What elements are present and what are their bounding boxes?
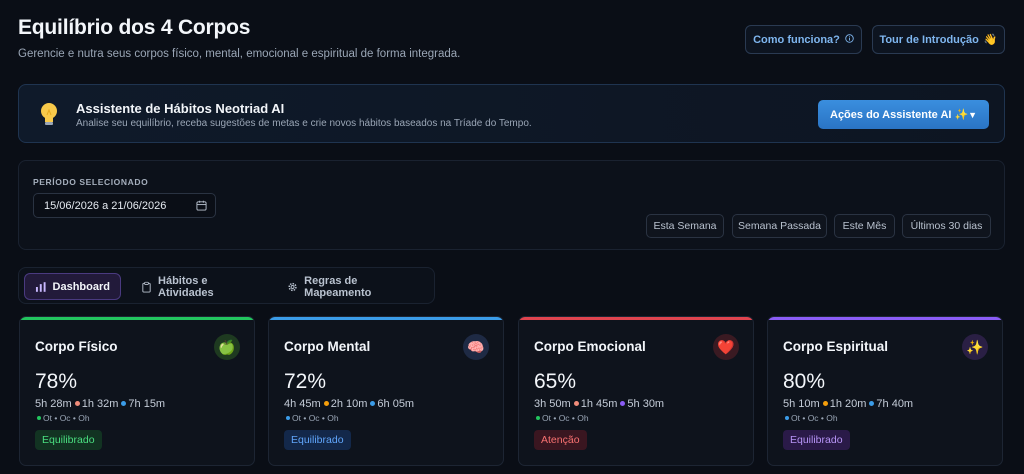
legend-ot: Ot <box>542 413 551 423</box>
ai-actions-dropdown[interactable]: Ações do Assistente AI ✨ ▼ <box>818 100 989 129</box>
card-accent-bar <box>768 317 1002 320</box>
assistant-title: Assistente de Hábitos Neotriad AI <box>76 101 285 116</box>
time-oh: 7h 40m <box>876 398 914 410</box>
legend-ot: Ot <box>43 413 52 423</box>
legend-oh: Oh <box>327 413 339 423</box>
legend-oc: Oc <box>59 413 71 423</box>
page-subtitle: Gerencie e nutra seus corpos físico, men… <box>18 48 461 60</box>
brain-icon: 🧠 <box>463 334 489 360</box>
sparkles-icon: ✨ <box>962 334 988 360</box>
calendar-icon <box>196 200 207 211</box>
time-ot: 5h 28m <box>35 398 72 410</box>
card-title: Corpo Mental <box>284 339 371 354</box>
tab-habits[interactable]: Hábitos e Atividades <box>131 273 267 300</box>
apple-icon: 🍏 <box>214 334 240 360</box>
tour-button[interactable]: Tour de Introdução 👋 <box>872 25 1005 54</box>
card-legend: Ot • Oc • Oh <box>284 413 339 423</box>
body-card-spiritual[interactable]: Corpo Espiritual ✨ 80% 5h 10m 1h 20m 7h 40… <box>767 316 1003 466</box>
caret-down-icon: ▼ <box>968 109 977 120</box>
card-times: 4h 45m 2h 10m 6h 05m <box>284 398 414 410</box>
legend-ot: Ot <box>791 413 800 423</box>
time-oc: 1h 32m <box>81 398 119 410</box>
time-ot: 5h 10m <box>783 398 820 410</box>
range-last-week-button[interactable]: Semana Passada <box>732 214 827 238</box>
card-percent: 72% <box>284 370 327 393</box>
card-title: Corpo Espiritual <box>783 339 889 354</box>
tour-label: Tour de Introdução <box>879 33 979 46</box>
heart-icon: ❤️ <box>713 334 739 360</box>
card-times: 5h 28m 1h 32m 7h 15m <box>35 398 165 410</box>
status-badge: Equilibrado <box>35 430 102 450</box>
tab-habits-label: Hábitos e Atividades <box>158 274 214 299</box>
waving-hand-icon: 👋 <box>983 34 998 46</box>
ai-assistant-panel: Assistente de Hábitos Neotriad AI Analis… <box>18 84 1005 143</box>
time-oh: 6h 05m <box>377 398 415 410</box>
period-label: PERÍODO SELECIONADO <box>33 177 149 187</box>
assistant-description: Analise seu equilíbrio, receba sugestões… <box>76 118 532 129</box>
info-icon <box>845 33 854 46</box>
how-it-works-button[interactable]: Como funciona? <box>745 25 862 54</box>
ai-actions-label: Ações do Assistente AI ✨ <box>830 109 969 121</box>
status-badge: Equilibrado <box>783 430 850 450</box>
card-accent-bar <box>269 317 503 320</box>
card-title: Corpo Físico <box>35 339 118 354</box>
range-last-30-days-button[interactable]: Últimos 30 dias <box>902 214 991 238</box>
lightbulb-icon <box>41 103 57 125</box>
card-percent: 78% <box>35 370 78 393</box>
body-card-emotional[interactable]: Corpo Emocional ❤️ 65% 3h 50m 1h 45m 5h 30… <box>518 316 754 466</box>
card-legend: Ot • Oc • Oh <box>35 413 90 423</box>
gear-icon <box>288 282 297 291</box>
body-card-mental[interactable]: Corpo Mental 🧠 72% 4h 45m 2h 10m 6h 05m Ot… <box>268 316 504 466</box>
legend-oh: Oh <box>577 413 589 423</box>
status-badge: Equilibrado <box>284 430 351 450</box>
bar-chart-icon <box>35 281 46 292</box>
card-title: Corpo Emocional <box>534 339 646 354</box>
status-badge: Atenção <box>534 430 587 450</box>
tab-mapping-rules-label: Regras de Mapeamento <box>304 274 372 299</box>
card-times: 5h 10m 1h 20m 7h 40m <box>783 398 913 410</box>
period-selector-panel: PERÍODO SELECIONADO 15/06/2026 a 21/06/2… <box>18 160 1005 250</box>
card-legend: Ot • Oc • Oh <box>534 413 589 423</box>
how-it-works-label: Como funciona? <box>753 33 840 46</box>
range-this-month-button[interactable]: Este Mês <box>834 214 895 238</box>
time-oh: 7h 15m <box>128 398 166 410</box>
tab-dashboard-label: Dashboard <box>52 280 110 293</box>
view-tabs: Dashboard Hábitos e Atividades Regras de… <box>18 267 435 304</box>
card-percent: 80% <box>783 370 826 393</box>
card-accent-bar <box>519 317 753 320</box>
legend-oh: Oh <box>826 413 838 423</box>
legend-oc: Oc <box>807 413 819 423</box>
date-range-value: 15/06/2026 a 21/06/2026 <box>44 199 167 212</box>
page-header: Equilíbrio dos 4 Corpos Gerencie e nutra… <box>18 16 460 60</box>
date-range-input[interactable]: 15/06/2026 a 21/06/2026 <box>33 193 216 218</box>
card-percent: 65% <box>534 370 577 393</box>
card-legend: Ot • Oc • Oh <box>783 413 838 423</box>
legend-oc: Oc <box>558 413 570 423</box>
tab-dashboard[interactable]: Dashboard <box>24 273 121 300</box>
card-times: 3h 50m 1h 45m 5h 30m <box>534 398 664 410</box>
range-this-week-button[interactable]: Esta Semana <box>646 214 724 238</box>
time-oc: 1h 45m <box>580 398 618 410</box>
legend-oh: Oh <box>78 413 90 423</box>
clipboard-icon <box>142 281 151 293</box>
tab-mapping-rules[interactable]: Regras de Mapeamento <box>277 273 429 300</box>
time-oc: 1h 20m <box>829 398 867 410</box>
time-ot: 3h 50m <box>534 398 571 410</box>
time-oh: 5h 30m <box>627 398 665 410</box>
time-ot: 4h 45m <box>284 398 321 410</box>
page-title: Equilíbrio dos 4 Corpos <box>18 16 251 39</box>
body-card-physical[interactable]: Corpo Físico 🍏 78% 5h 28m 1h 32m 7h 15m Ot… <box>19 316 255 466</box>
time-oc: 2h 10m <box>330 398 368 410</box>
card-accent-bar <box>20 317 254 320</box>
legend-oc: Oc <box>308 413 320 423</box>
legend-ot: Ot <box>292 413 301 423</box>
